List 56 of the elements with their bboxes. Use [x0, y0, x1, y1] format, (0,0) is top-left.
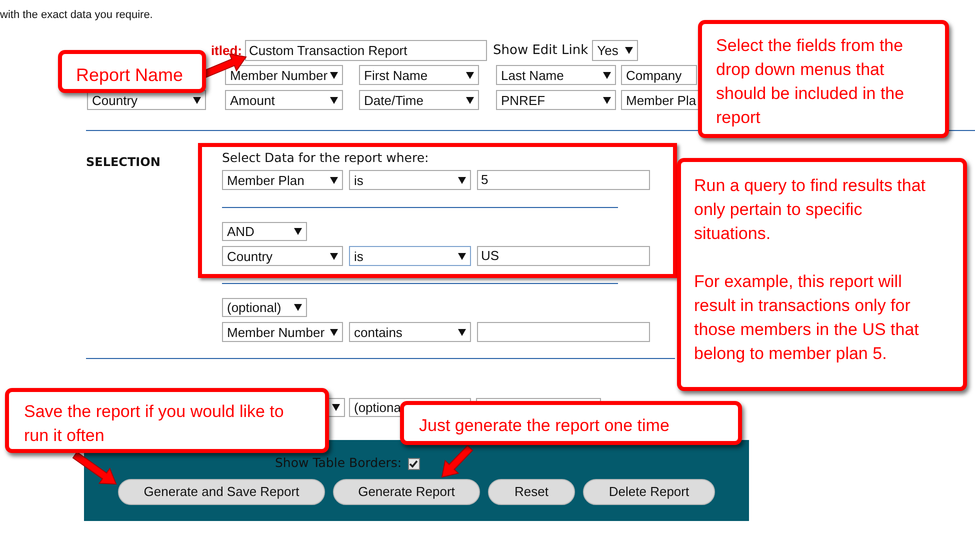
caret-icon [332, 404, 340, 411]
dropdown[interactable]: is [349, 170, 471, 190]
section-heading: SELECTION [86, 155, 160, 169]
dropdown[interactable]: Amount [225, 90, 343, 110]
action-button[interactable]: Generate Report [333, 479, 480, 505]
caret-icon [294, 304, 302, 311]
caret-icon [294, 228, 302, 235]
caret-icon [330, 252, 338, 260]
caret-icon [330, 72, 338, 78]
input-field[interactable]: US [477, 246, 650, 266]
edit-link-label: Show Edit Link [493, 42, 588, 60]
title-label: itled: [210, 42, 242, 58]
dropdown[interactable]: Member Number [222, 322, 343, 342]
caret-icon [466, 72, 474, 78]
dropdown[interactable]: is [349, 246, 471, 266]
dropdown[interactable]: contains [349, 322, 471, 342]
action-button[interactable]: Delete Report [583, 479, 715, 505]
dropdown[interactable]: Company [621, 65, 697, 85]
dropdown[interactable]: (optional) [222, 298, 307, 317]
caret-icon [330, 96, 338, 104]
dropdown[interactable]: Yes [592, 40, 638, 61]
caret-icon [330, 176, 338, 184]
caret-icon [193, 96, 201, 104]
callout-tooltip: Report Name [58, 50, 206, 93]
callout-tooltip: Run a query to find results that only pertain to specific situations. For example, this report will result in transactions only for those members in the US that belong to member plan 5. [677, 158, 967, 391]
callout-arrow [441, 444, 474, 478]
caret-icon [466, 96, 474, 104]
action-button[interactable]: Reset [488, 479, 575, 505]
callout-tooltip: Select the fields from the drop down menus that should be included in the report [698, 20, 949, 138]
dropdown[interactable]: Member Pla [621, 90, 699, 110]
caret-icon [603, 96, 611, 104]
callout-arrow [72, 451, 117, 485]
selection-prompt: Select Data for the report where: [222, 150, 429, 165]
dropdown[interactable]: First Name [359, 65, 479, 85]
dropdown[interactable]: Member Plan [222, 170, 343, 190]
action-button[interactable]: Generate and Save Report [118, 479, 325, 505]
caret-icon [603, 72, 611, 78]
dropdown[interactable]: Last Name [496, 65, 616, 85]
caret-icon [458, 176, 466, 184]
dropdown[interactable]: Member Number [225, 65, 343, 85]
caret-icon [458, 252, 466, 260]
dropdown[interactable]: Country [222, 246, 343, 266]
dropdown[interactable]: AND [222, 222, 307, 241]
caret-icon [625, 47, 634, 54]
checkbox[interactable] [408, 458, 420, 470]
checkbox-label: Show Table Borders: [275, 454, 402, 472]
input-field[interactable]: Custom Transaction Report [245, 40, 487, 61]
dropdown[interactable]: Date/Time [359, 90, 479, 110]
caret-icon [458, 328, 466, 336]
callout-tooltip: Just generate the report one time [400, 401, 742, 445]
dropdown[interactable]: PNREF [496, 90, 616, 110]
callout-tooltip: Save the report if you would like to run it often [5, 388, 329, 453]
input-field[interactable]: 5 [477, 170, 650, 190]
intro-text: with the exact data you require. [0, 9, 153, 21]
input-field[interactable] [477, 322, 650, 342]
caret-icon [330, 328, 338, 336]
